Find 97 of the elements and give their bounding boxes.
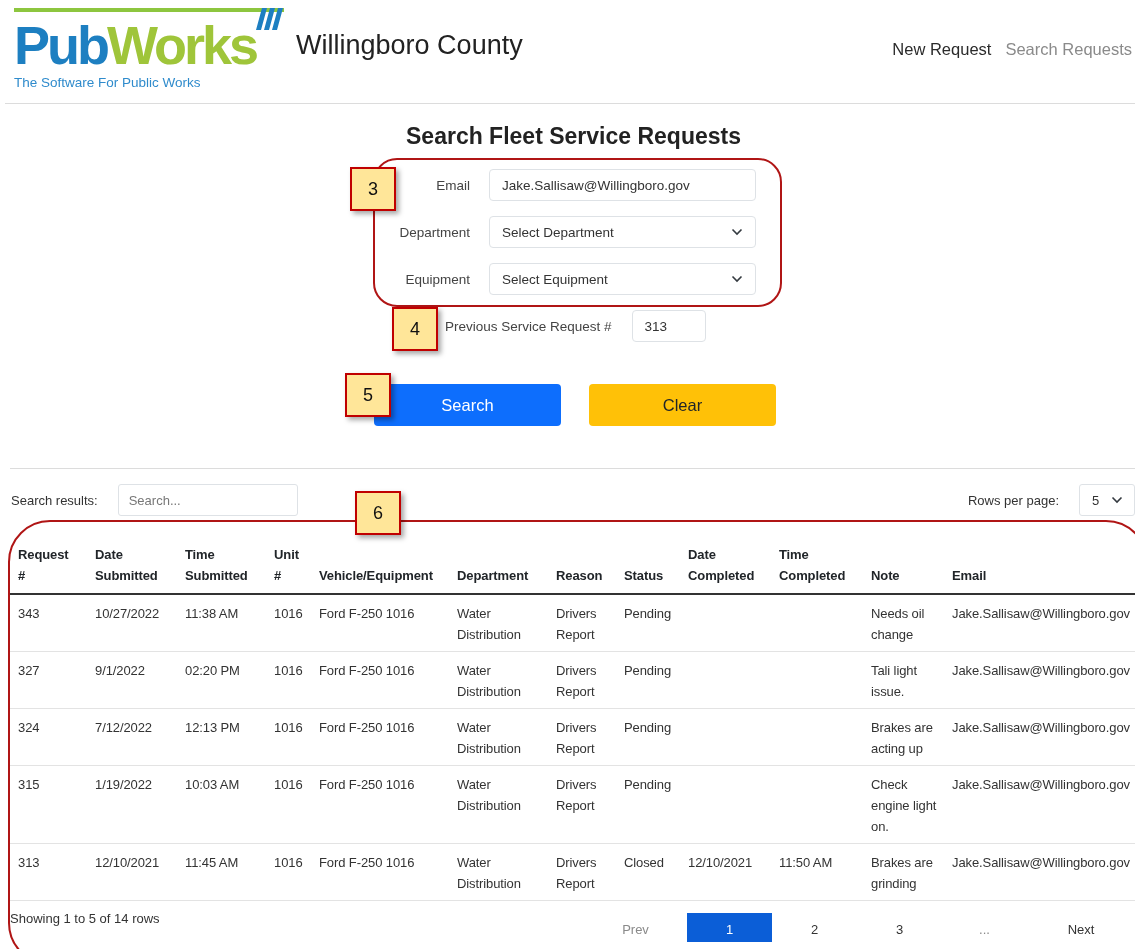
table-cell: 7/12/2022	[95, 720, 152, 735]
callout-number: 6	[355, 491, 401, 535]
column-header: Status	[624, 567, 664, 585]
column-header: Date Submitted	[95, 546, 158, 585]
search-button[interactable]: Search	[374, 384, 561, 426]
search-label: Search results:	[11, 492, 98, 508]
table-cell: 315	[18, 777, 40, 792]
chevron-icon	[731, 275, 743, 283]
table-cell: 11:45 AM	[185, 855, 239, 870]
table-cell: Water Distribution	[457, 720, 521, 756]
table-cell: 1016	[274, 663, 303, 678]
column-header: Department	[457, 567, 529, 585]
table-cell: 12/10/2021	[688, 855, 753, 870]
table-cell: Drivers Report	[556, 606, 597, 642]
table-cell: Drivers Report	[556, 720, 597, 756]
column-header: Reason	[556, 567, 603, 585]
nav-link[interactable]: Search Requests	[1005, 40, 1132, 59]
nav-link[interactable]: New Request	[892, 40, 992, 59]
table-cell: 10:03 AM	[185, 777, 240, 792]
table-cell: Water Distribution	[457, 663, 521, 699]
table-cell: 02:20 PM	[185, 663, 240, 678]
table-cell: Jake.Sallisaw@Willingboro.gov	[952, 606, 1130, 621]
table-cell: Jake.Sallisaw@Willingboro.gov	[952, 663, 1130, 678]
chevron-icon	[731, 228, 743, 236]
rows-per-page-dropdown[interactable]: 5	[1079, 484, 1135, 516]
column-header: Email	[952, 567, 987, 585]
site-title: Willingboro County	[296, 30, 523, 61]
table-cell: Pending	[624, 663, 671, 678]
rows-per-page-label: Rows per page:	[967, 492, 1059, 508]
results-summary: Showing 1 to 5 of 14 rows	[10, 911, 160, 926]
table-cell: 343	[18, 606, 40, 621]
callout-number: 4	[392, 307, 438, 351]
search-field[interactable]: Search...	[117, 484, 298, 516]
table-cell: Check engine light on.	[871, 777, 937, 834]
table-cell: Jake.Sallisaw@Willingboro.gov	[952, 855, 1130, 870]
logo-tagline: The Software For Public Works	[14, 75, 202, 90]
page-link[interactable]: 2	[772, 913, 857, 942]
email-field[interactable]: Jake.Sallisaw@Willingboro.gov	[489, 169, 756, 201]
table-cell: Pending	[624, 606, 671, 621]
table-cell: Jake.Sallisaw@Willingboro.gov	[952, 720, 1130, 735]
column-header: Unit #	[274, 546, 299, 585]
dropdown[interactable]: Select Department	[489, 216, 756, 248]
table-cell: Drivers Report	[556, 777, 597, 813]
table-cell: 1016	[274, 855, 303, 870]
column-header: Time Submitted	[185, 546, 248, 585]
column-header: Request #	[18, 546, 69, 585]
table-cell: Brakes are grinding	[871, 855, 933, 891]
table-cell: Water Distribution	[457, 777, 521, 813]
table-cell: 11:50 AM	[779, 855, 833, 870]
table-cell: 1016	[274, 606, 303, 621]
logo-text: PubWorks	[14, 16, 257, 74]
table-cell: 1016	[274, 720, 303, 735]
table-cell: Drivers Report	[556, 855, 597, 891]
table-cell: 1016	[274, 777, 303, 792]
table-cell: 1/19/2022	[95, 777, 152, 792]
page-link[interactable]: Next	[1027, 913, 1135, 942]
field-label: Previous Service Request #	[445, 318, 612, 334]
dropdown[interactable]: Select Equipment	[489, 263, 756, 295]
table-cell: Water Distribution	[457, 855, 521, 891]
table-cell: Brakes are acting up	[871, 720, 933, 756]
table-cell: 12:13 PM	[185, 720, 240, 735]
table-cell: Ford F-250 1016	[319, 720, 415, 735]
table-cell: Closed	[624, 855, 664, 870]
table-cell: Water Distribution	[457, 606, 521, 642]
page-link[interactable]: 1	[687, 913, 772, 942]
column-header: Note	[871, 567, 900, 585]
table-cell: Needs oil change	[871, 606, 925, 642]
request-number-field[interactable]: 313	[631, 310, 706, 342]
table-cell: Tali light issue.	[871, 663, 917, 699]
table-cell: Pending	[624, 720, 671, 735]
table-cell: 327	[18, 663, 40, 678]
table-cell: Jake.Sallisaw@Willingboro.gov	[952, 777, 1130, 792]
chevron-icon	[1111, 496, 1124, 504]
table-cell: 324	[18, 720, 40, 735]
page-title: Search Fleet Service Requests	[405, 123, 742, 149]
field-label: Equipment	[405, 271, 470, 287]
column-header: Vehicle/Equipment	[319, 567, 433, 585]
callout-number: 5	[345, 373, 391, 417]
column-header: Time Completed	[779, 546, 846, 585]
clear-button[interactable]: Clear	[589, 384, 776, 426]
table-cell: 12/10/2021	[95, 855, 160, 870]
table-cell: Ford F-250 1016	[319, 663, 415, 678]
table-cell: Ford F-250 1016	[319, 777, 415, 792]
table-cell: 11:38 AM	[185, 606, 239, 621]
stripes-icon	[256, 8, 285, 30]
callout-number: 3	[350, 167, 396, 211]
table-cell: Drivers Report	[556, 663, 597, 699]
field-label: Email	[436, 177, 470, 193]
table-cell: Pending	[624, 777, 671, 792]
table-cell: 313	[18, 855, 40, 870]
field-label: Department	[399, 224, 470, 240]
table-cell: Ford F-250 1016	[319, 606, 415, 621]
table-cell: Ford F-250 1016	[319, 855, 415, 870]
table-cell: 10/27/2022	[95, 606, 160, 621]
page-link[interactable]: 3	[857, 913, 942, 942]
table-cell: 9/1/2022	[95, 663, 145, 678]
column-header: Date Completed	[688, 546, 755, 585]
